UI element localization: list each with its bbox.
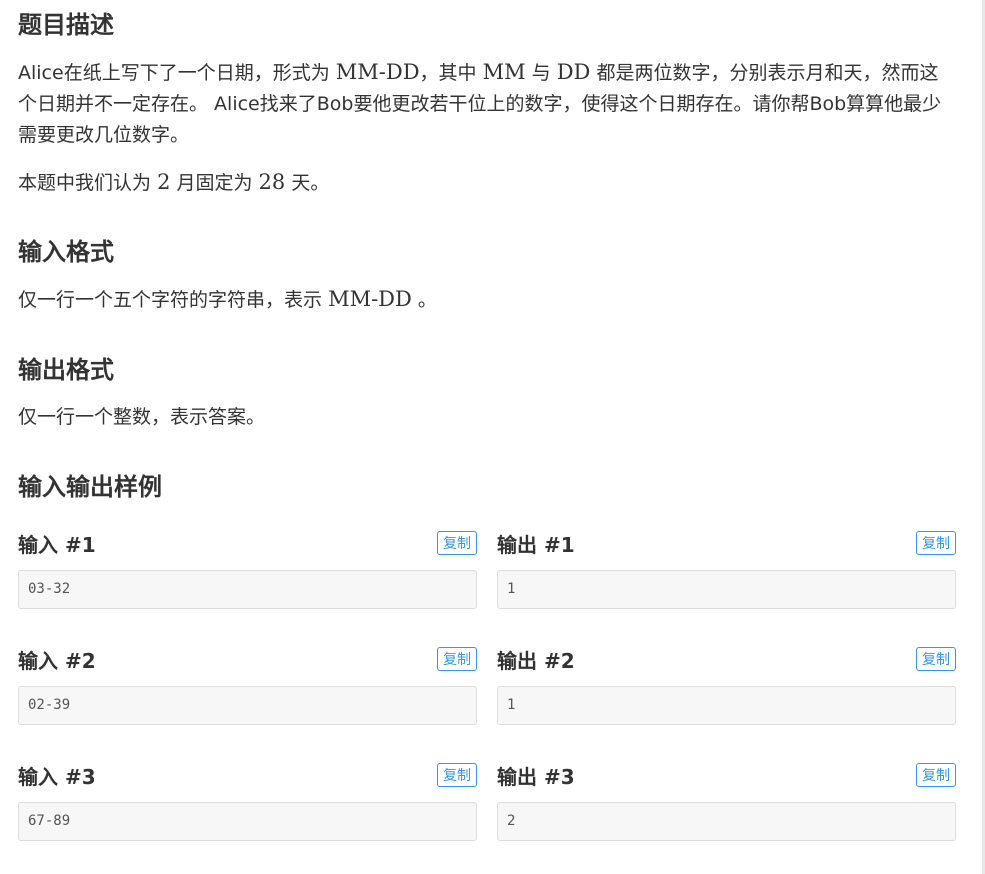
description-text-b: ，其中	[419, 62, 477, 84]
math-28: 28	[258, 170, 286, 194]
copy-output-1-button[interactable]: 复制	[916, 531, 956, 555]
copy-output-3-button[interactable]: 复制	[916, 763, 956, 787]
math-mm-dd: MM-DD	[335, 60, 420, 84]
description-text-c: 与	[531, 62, 551, 84]
sample-input-box[interactable]: 03-32	[18, 570, 477, 609]
copy-input-1-button[interactable]: 复制	[437, 531, 477, 555]
sample-input-2: 输入 #2 复制 02-39	[18, 646, 477, 725]
math-2: 2	[157, 170, 171, 194]
sample-output-1: 输出 #1 复制 1	[497, 530, 956, 609]
description-paragraph: Alice在纸上写下了一个日期，形式为 MM-DD，其中 MM 与 DD 都是两…	[18, 57, 956, 151]
february-note: 本题中我们认为 2 月固定为 28 天。	[18, 167, 956, 199]
output-format-text: 仅一行一个整数，表示答案。	[18, 406, 266, 428]
math-mm: MM	[482, 60, 526, 84]
input-format-math: MM-DD	[328, 287, 412, 311]
copy-input-3-button[interactable]: 复制	[437, 763, 477, 787]
output-format-heading: 输出格式	[18, 356, 114, 384]
input-format-text-a: 仅一行一个五个字符的字符串，表示	[18, 289, 323, 311]
sample-input-3: 输入 #3 复制 67-89	[18, 762, 477, 841]
math-dd: DD	[556, 60, 591, 84]
note-text-b: 月固定为	[176, 172, 253, 194]
sample-input-box[interactable]: 02-39	[18, 686, 477, 725]
sample-input-title: 输入 #1	[18, 533, 96, 557]
sample-output-3: 输出 #3 复制 2	[497, 762, 956, 841]
sample-input-title: 输入 #2	[18, 649, 96, 673]
sample-output-value: 2	[507, 813, 516, 829]
sample-output-2: 输出 #2 复制 1	[497, 646, 956, 725]
copy-input-2-button[interactable]: 复制	[437, 647, 477, 671]
sample-output-value: 1	[507, 697, 516, 713]
sample-output-box[interactable]: 1	[497, 686, 956, 725]
samples-heading: 输入输出样例	[18, 473, 162, 501]
sample-input-value: 67-89	[28, 813, 71, 829]
copy-output-2-button[interactable]: 复制	[916, 647, 956, 671]
sample-output-box[interactable]: 2	[497, 802, 956, 841]
sample-input-value: 02-39	[28, 697, 71, 713]
sample-input-title: 输入 #3	[18, 765, 96, 789]
sample-output-title: 输出 #1	[497, 533, 575, 557]
sample-output-title: 输出 #3	[497, 765, 575, 789]
note-text-c: 天。	[291, 172, 330, 194]
sample-output-title: 输出 #2	[497, 649, 575, 673]
description-heading: 题目描述	[18, 11, 114, 39]
input-format-text: 仅一行一个五个字符的字符串，表示 MM-DD 。	[18, 284, 956, 316]
sample-output-value: 1	[507, 581, 516, 597]
sample-output-box[interactable]: 1	[497, 570, 956, 609]
sample-input-1: 输入 #1 复制 03-32	[18, 530, 477, 609]
note-text-a: 本题中我们认为	[18, 172, 152, 194]
input-format-text-b: 。	[417, 289, 437, 311]
description-text-a: Alice在纸上写下了一个日期，形式为	[18, 62, 330, 84]
sample-input-value: 03-32	[28, 581, 71, 597]
sample-input-box[interactable]: 67-89	[18, 802, 477, 841]
input-format-heading: 输入格式	[18, 238, 114, 266]
